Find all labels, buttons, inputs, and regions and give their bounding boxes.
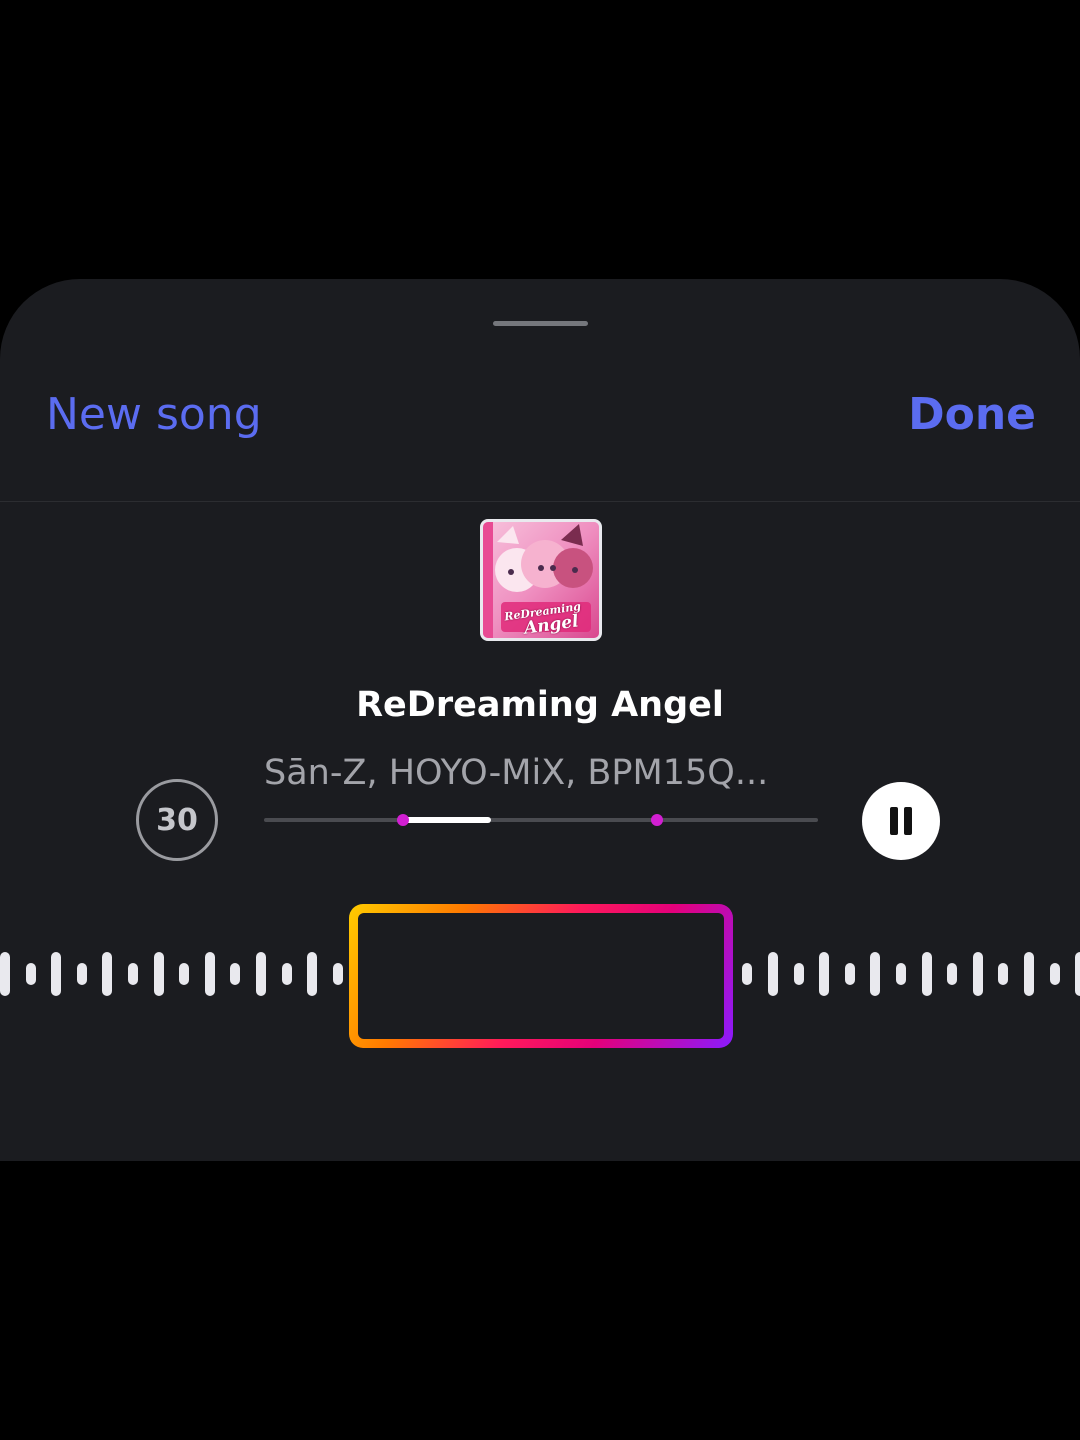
song-artists: Sān-Z, HOYO-MiX, BPM15Q... (264, 753, 769, 793)
waveform-bar (922, 952, 932, 996)
clip-end-marker (651, 814, 664, 826)
waveform-bar (819, 952, 829, 996)
selected-clip-range (402, 817, 492, 823)
progress-track[interactable] (264, 814, 818, 826)
waveform-bar (256, 952, 266, 996)
waveform-bar (973, 952, 983, 996)
waveform-bar (947, 963, 957, 985)
waveform-bar (794, 963, 804, 985)
waveform-bar (333, 963, 343, 985)
new-song-button[interactable]: New song (46, 387, 262, 443)
header-divider (0, 501, 1080, 502)
waveform-bar (51, 952, 61, 996)
skip-30-button[interactable]: 30 (136, 779, 218, 861)
waveform-bar (179, 963, 189, 985)
waveform-bar (742, 963, 752, 985)
waveform-bar (896, 963, 906, 985)
sheet-grabber[interactable] (493, 321, 588, 326)
waveform-bar (307, 952, 317, 996)
waveform-bar (1024, 952, 1034, 996)
waveform-bar (205, 952, 215, 996)
waveform-bar (102, 952, 112, 996)
waveform-bar (1075, 952, 1080, 996)
waveform-bar (154, 952, 164, 996)
waveform-bar (77, 963, 87, 985)
waveform-bar (998, 963, 1008, 985)
waveform-bar (1050, 963, 1060, 985)
waveform-bar (230, 963, 240, 985)
skip-30-icon: 30 (156, 802, 198, 838)
song-title: ReDreaming Angel (356, 685, 724, 725)
waveform-bar (845, 963, 855, 985)
waveform-bar (870, 952, 880, 996)
waveform-bar (26, 963, 36, 985)
done-button[interactable]: Done (908, 387, 1036, 443)
waveform-bar (128, 963, 138, 985)
pause-icon (887, 807, 915, 835)
pause-button[interactable] (862, 782, 940, 860)
waveform-bar (768, 952, 778, 996)
waveform-bar (0, 952, 10, 996)
album-cover: ReDreaming Angel (480, 519, 602, 641)
clip-start-marker (396, 814, 409, 826)
music-picker-sheet: New song Done ReDreaming Angel ReDreamin… (0, 279, 1080, 1161)
clip-selection-frame[interactable] (349, 904, 733, 1048)
waveform-bar (282, 963, 292, 985)
